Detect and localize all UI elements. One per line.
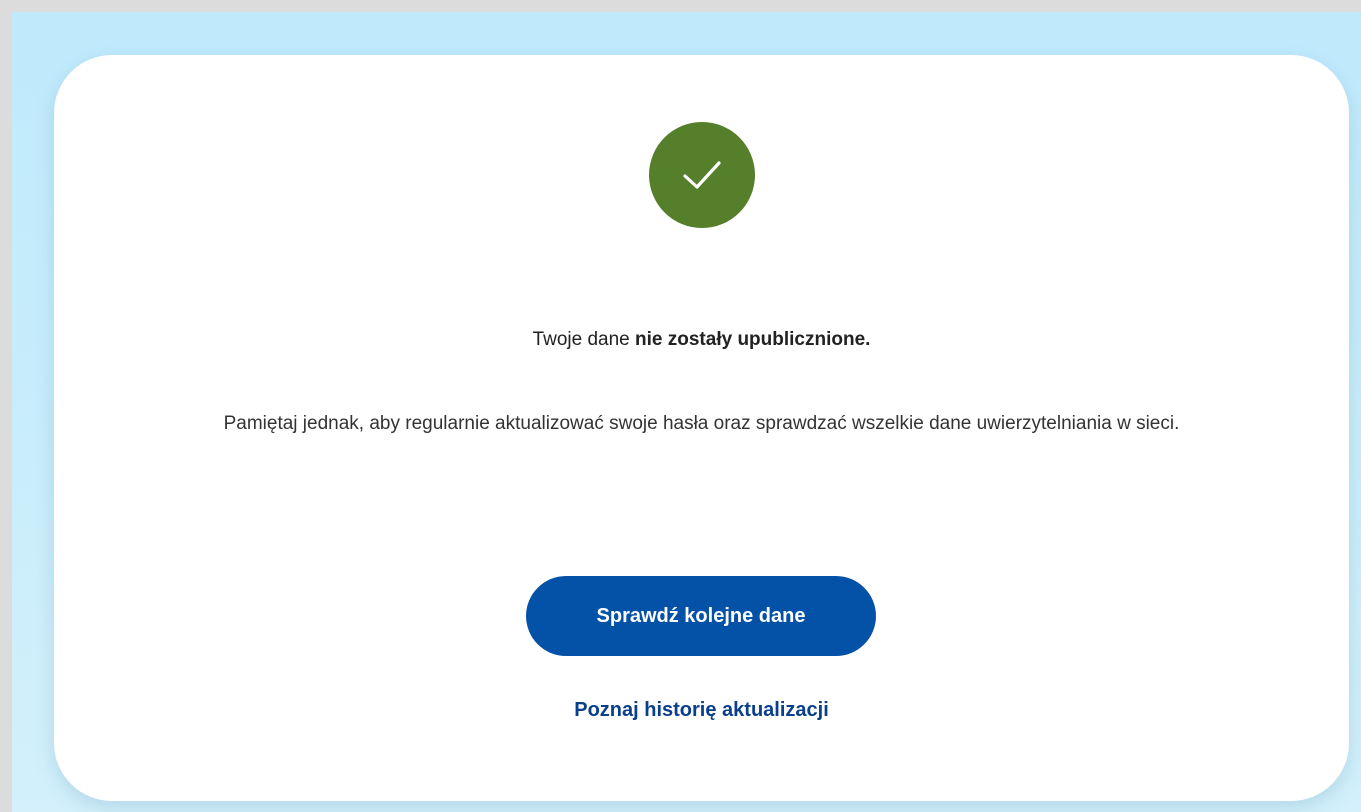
- check-again-button[interactable]: Sprawdź kolejne dane: [526, 576, 876, 656]
- result-card: Twoje dane nie zostały upublicznione. Pa…: [54, 55, 1349, 801]
- headline-prefix: Twoje dane: [532, 329, 636, 350]
- security-note: Pamiętaj jednak, aby regularnie aktualiz…: [223, 413, 1180, 434]
- page-background: Twoje dane nie zostały upublicznione. Pa…: [12, 12, 1361, 812]
- history-link[interactable]: Poznaj historię aktualizacji: [574, 699, 829, 721]
- success-badge: [649, 122, 755, 228]
- history-link-row: Poznaj historię aktualizacji: [54, 699, 1349, 722]
- checkmark-icon: [683, 161, 721, 189]
- headline-emphasis: nie zostały upublicznione.: [635, 329, 871, 350]
- result-headline: Twoje dane nie zostały upublicznione.: [54, 329, 1349, 351]
